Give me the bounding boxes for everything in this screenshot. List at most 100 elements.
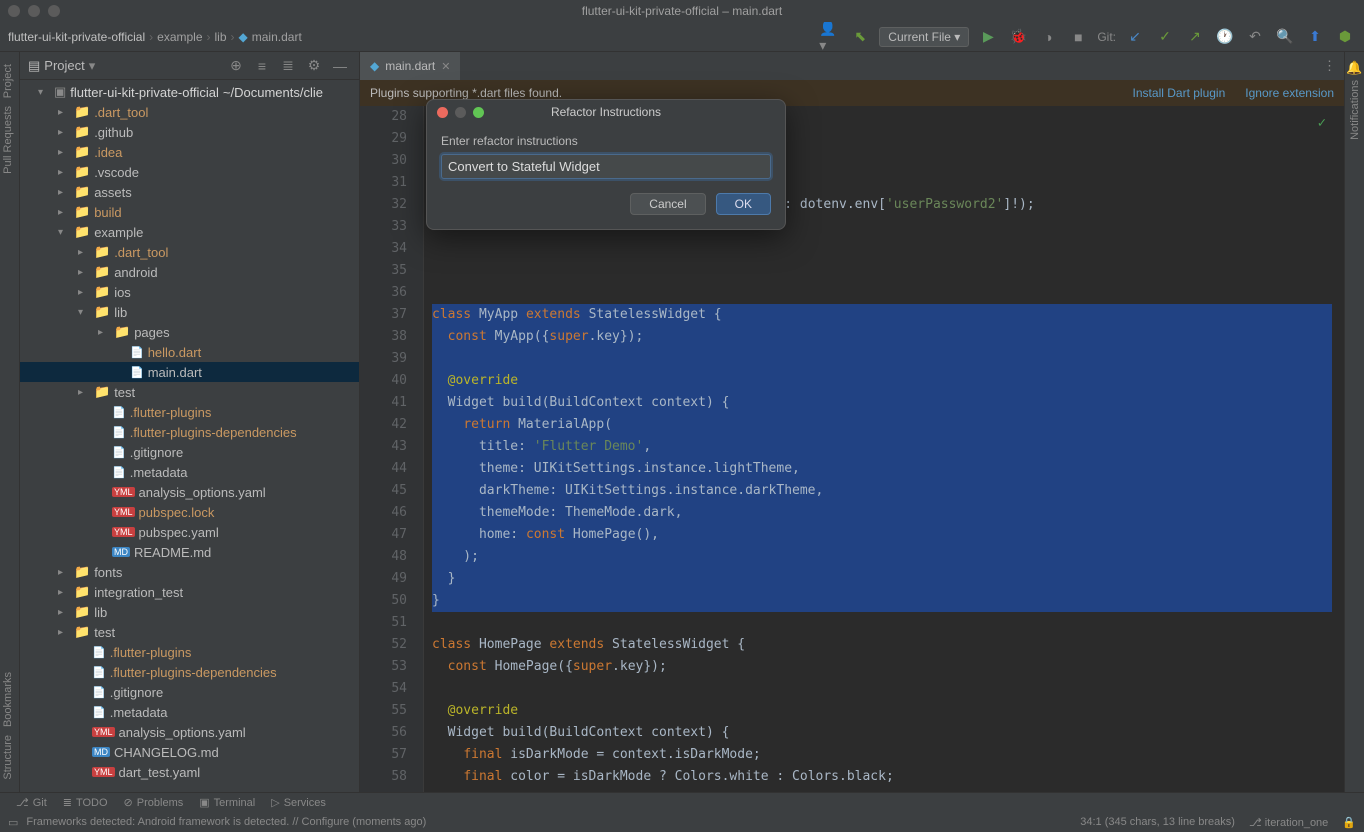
tree-item[interactable]: ▸📁test <box>20 622 359 642</box>
project-tool-button[interactable]: Project <box>0 60 16 102</box>
line-number[interactable]: 42 <box>360 414 407 436</box>
line-number[interactable]: 50 <box>360 590 407 612</box>
line-number[interactable]: 45 <box>360 480 407 502</box>
git-history-icon[interactable]: 🕐 <box>1214 26 1236 48</box>
minimize-window-icon[interactable] <box>28 5 40 17</box>
gear-icon[interactable]: ⚙ <box>303 55 325 77</box>
line-number[interactable]: 55 <box>360 700 407 722</box>
window-controls[interactable] <box>8 5 60 17</box>
tree-item[interactable]: 📄.flutter-plugins <box>20 642 359 662</box>
collapse-all-icon[interactable]: ≣ <box>277 55 299 77</box>
code-line[interactable]: class MyApp extends StatelessWidget { <box>432 304 1332 326</box>
tree-expand-arrow[interactable]: ▾ <box>58 227 70 238</box>
code-line[interactable]: title: 'Flutter Demo', <box>432 436 1332 458</box>
tree-expand-arrow[interactable]: ▸ <box>58 187 70 198</box>
caret-position[interactable]: 34:1 (345 chars, 13 line breaks) <box>1080 816 1235 828</box>
run-icon[interactable]: ▶ <box>977 26 999 48</box>
code-line[interactable]: home: const HomePage(), <box>432 524 1332 546</box>
code-line[interactable]: themeMode: ThemeMode.dark, <box>432 502 1332 524</box>
line-number[interactable]: 41 <box>360 392 407 414</box>
dialog-window-controls[interactable] <box>437 107 484 118</box>
line-number[interactable]: 37 <box>360 304 407 326</box>
line-number[interactable]: 38 <box>360 326 407 348</box>
code-line[interactable]: final color = isDarkMode ? Colors.white … <box>432 766 1332 788</box>
code-line[interactable]: Widget build(BuildContext context) { <box>432 392 1332 414</box>
lock-icon[interactable]: 🔒 <box>1342 816 1356 829</box>
line-number[interactable]: 49 <box>360 568 407 590</box>
tree-item[interactable]: ▸📁.vscode <box>20 162 359 182</box>
add-user-icon[interactable]: 👤▾ <box>819 26 841 48</box>
inspection-ok-icon[interactable]: ✓ <box>1318 112 1326 134</box>
tree-expand-arrow[interactable]: ▸ <box>58 607 70 618</box>
tree-expand-arrow[interactable]: ▾ <box>78 307 90 318</box>
tree-expand-arrow[interactable]: ▸ <box>58 567 70 578</box>
tree-item[interactable]: MDCHANGELOG.md <box>20 742 359 762</box>
line-number[interactable]: 58 <box>360 766 407 788</box>
structure-tool-button[interactable]: Structure <box>0 731 16 784</box>
notifications-tool-button[interactable]: Notifications <box>1347 76 1363 144</box>
git-branch-status[interactable]: ⎇ iteration_one <box>1249 816 1328 829</box>
breadcrumb-segment[interactable]: example <box>157 30 202 44</box>
line-number[interactable]: 40 <box>360 370 407 392</box>
build-icon[interactable]: ⬉ <box>849 26 871 48</box>
tree-item[interactable]: ▸📁.github <box>20 122 359 142</box>
line-number[interactable]: 31 <box>360 172 407 194</box>
expand-all-icon[interactable]: ≡ <box>251 55 273 77</box>
problems-tool-button[interactable]: ⊘Problems <box>116 796 192 809</box>
tree-item[interactable]: YMLanalysis_options.yaml <box>20 482 359 502</box>
code-line[interactable] <box>432 348 1332 370</box>
code-line[interactable] <box>432 238 1332 260</box>
line-number[interactable]: 43 <box>360 436 407 458</box>
terminal-tool-button[interactable]: ▣Terminal <box>191 796 263 809</box>
zoom-window-icon[interactable] <box>48 5 60 17</box>
tree-item[interactable]: ▸📁.idea <box>20 142 359 162</box>
tree-item[interactable]: ▾📁lib <box>20 302 359 322</box>
tree-item[interactable]: ▸📁fonts <box>20 562 359 582</box>
tree-item[interactable]: ▸📁lib <box>20 602 359 622</box>
project-tree[interactable]: ▾ ▣ flutter-ui-kit-private-official ~/Do… <box>20 80 359 792</box>
breadcrumb[interactable]: flutter-ui-kit-private-official › exampl… <box>8 30 302 44</box>
tree-item[interactable]: ▸📁pages <box>20 322 359 342</box>
tree-item[interactable]: ▸📁integration_test <box>20 582 359 602</box>
tree-expand-arrow[interactable]: ▸ <box>58 127 70 138</box>
code-line[interactable] <box>432 678 1332 700</box>
dialog-titlebar[interactable]: Refactor Instructions <box>427 100 785 124</box>
close-icon[interactable] <box>437 107 448 118</box>
tree-expand-arrow[interactable]: ▸ <box>58 207 70 218</box>
tree-expand-arrow[interactable]: ▸ <box>98 327 110 338</box>
code-line[interactable]: final isDarkMode = context.isDarkMode; <box>432 744 1332 766</box>
tree-item[interactable]: 📄.metadata <box>20 462 359 482</box>
tree-item[interactable]: ▸📁test <box>20 382 359 402</box>
code-line[interactable] <box>432 788 1332 792</box>
code-line[interactable]: class HomePage extends StatelessWidget { <box>432 634 1332 656</box>
tree-item[interactable]: 📄.flutter-plugins <box>20 402 359 422</box>
line-number[interactable]: 39 <box>360 348 407 370</box>
line-number[interactable]: 36 <box>360 282 407 304</box>
line-number[interactable]: 44 <box>360 458 407 480</box>
line-number[interactable]: 53 <box>360 656 407 678</box>
line-number[interactable]: 46 <box>360 502 407 524</box>
tree-item[interactable]: 📄.gitignore <box>20 682 359 702</box>
run-config-select[interactable]: Current File ▾ <box>879 27 969 47</box>
tree-item[interactable]: ▸📁ios <box>20 282 359 302</box>
code-line[interactable]: @override <box>432 700 1332 722</box>
line-number[interactable]: 47 <box>360 524 407 546</box>
todo-tool-button[interactable]: ≣TODO <box>55 796 116 809</box>
tree-item[interactable]: ▸📁build <box>20 202 359 222</box>
code-line[interactable]: ); <box>432 546 1332 568</box>
git-update-icon[interactable]: ↙ <box>1124 26 1146 48</box>
line-number[interactable]: 32 <box>360 194 407 216</box>
line-number[interactable]: 56 <box>360 722 407 744</box>
code-line[interactable]: const MyApp({super.key}); <box>432 326 1332 348</box>
tree-item[interactable]: ▸📁android <box>20 262 359 282</box>
event-log-icon[interactable]: ▭ <box>8 816 18 829</box>
tree-item[interactable]: YMLdart_test.yaml <box>20 762 359 782</box>
git-revert-icon[interactable]: ↶ <box>1244 26 1266 48</box>
code-line[interactable]: Widget build(BuildContext context) { <box>432 722 1332 744</box>
line-number[interactable]: 35 <box>360 260 407 282</box>
file-tab[interactable]: ◆ main.dart ✕ <box>360 52 460 80</box>
tree-expand-arrow[interactable]: ▸ <box>58 147 70 158</box>
coverage-icon[interactable]: ◑ <box>1037 26 1059 48</box>
tree-item[interactable]: ▸📁.dart_tool <box>20 102 359 122</box>
code-line[interactable] <box>432 282 1332 304</box>
